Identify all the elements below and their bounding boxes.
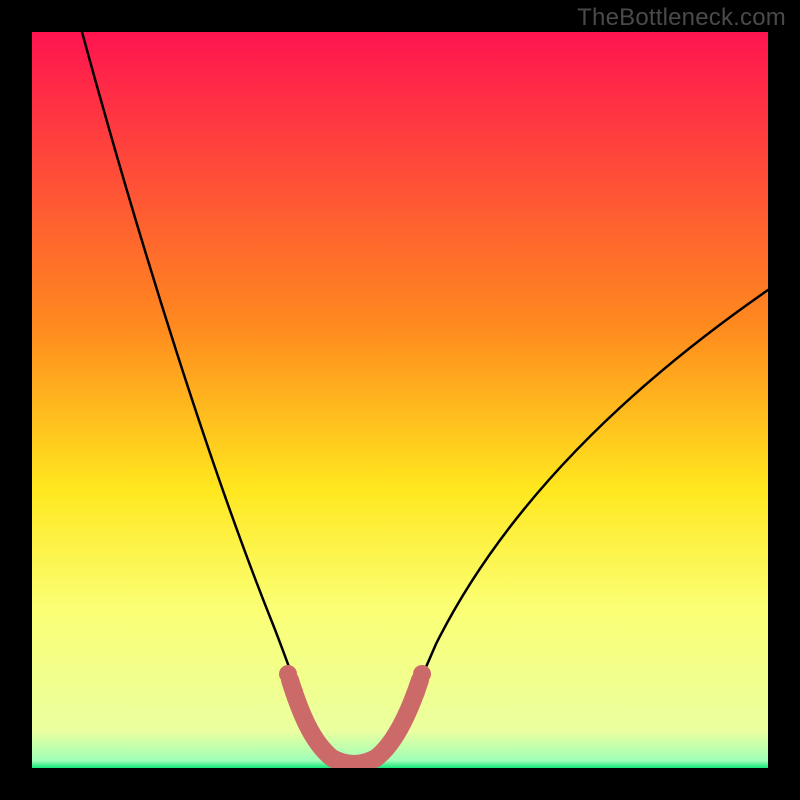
chart-svg [32,32,768,768]
watermark-text: TheBottleneck.com [577,4,786,32]
gradient-background [32,32,768,768]
chart-plot-area [32,32,768,768]
